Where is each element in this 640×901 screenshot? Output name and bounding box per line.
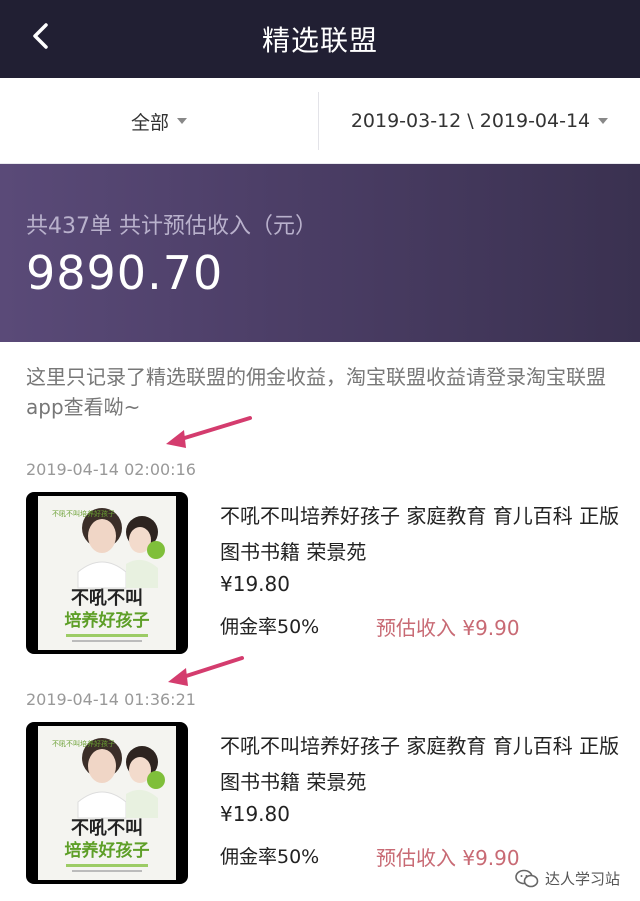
annotation-arrow-icon [168, 656, 244, 686]
app-header: 精选联盟 [0, 0, 640, 78]
category-filter-label: 全部 [130, 111, 169, 134]
order-item[interactable]: 不吼不叫培养好孩子 不吼不叫 培养好孩子 不吼不叫培养好孩子 家庭教育 育儿百科… [0, 722, 640, 892]
commission-rate: 佣金率50% [220, 846, 320, 868]
product-thumbnail: 不吼不叫培养好孩子 不吼不叫 培养好孩子 [26, 722, 188, 884]
earnings-summary-banner: 共437单 共计预估收入（元） 9890.70 [0, 164, 640, 342]
order-item[interactable]: 不吼不叫培养好孩子 不吼不叫 培养好孩子 不吼不叫培养好孩子 家庭教育 育儿百科… [0, 492, 640, 662]
category-filter-dropdown[interactable]: 全部 [0, 78, 318, 164]
watermark: 达人学习站 [515, 868, 620, 889]
wechat-icon [515, 869, 539, 887]
estimated-income: 预估收入 ¥9.90 [376, 616, 520, 640]
page-title: 精选联盟 [261, 24, 378, 57]
commission-rate: 佣金率50% [220, 616, 320, 638]
caret-down-icon [177, 118, 187, 124]
svg-text:不吼不叫培养好孩子: 不吼不叫培养好孩子 [52, 739, 115, 748]
annotation-arrow-icon [166, 416, 252, 448]
product-title: 不吼不叫培养好孩子 家庭教育 育儿百科 正版图书书籍 荣景苑 [220, 504, 620, 564]
commission-note: 这里只记录了精选联盟的佣金收益，淘宝联盟收益请登录淘宝联盟app查看呦~ [26, 365, 606, 419]
page: 精选联盟 全部 2019-03-12 \ 2019-04-14 共437单 共计… [0, 0, 640, 901]
back-button[interactable] [18, 14, 62, 58]
date-range-label: 2019-03-12 \ 2019-04-14 [350, 110, 591, 132]
cover-heading: 不吼不叫 [71, 818, 143, 839]
product-title: 不吼不叫培养好孩子 家庭教育 育儿百科 正版图书书籍 荣景苑 [220, 734, 620, 794]
product-price: ¥19.80 [220, 572, 290, 596]
cover-heading: 不吼不叫 [71, 588, 143, 609]
order-timestamp: 2019-04-14 01:36:21 [26, 690, 196, 709]
cover-subheading: 培养好孩子 [65, 610, 150, 631]
summary-label: 共437单 共计预估收入（元） [26, 214, 317, 239]
watermark-text: 达人学习站 [544, 870, 620, 888]
cover-subheading: 培养好孩子 [65, 840, 150, 861]
caret-down-icon [598, 118, 609, 124]
date-range-dropdown[interactable]: 2019-03-12 \ 2019-04-14 [319, 78, 640, 164]
product-price: ¥19.80 [220, 802, 290, 826]
estimated-income: 预估收入 ¥9.90 [376, 846, 520, 870]
chevron-left-icon [33, 23, 48, 49]
filter-bar: 全部 2019-03-12 \ 2019-04-14 [0, 78, 640, 164]
order-timestamp: 2019-04-14 02:00:16 [26, 460, 196, 479]
product-thumbnail: 不吼不叫培养好孩子 不吼不叫 培养好孩子 [26, 492, 188, 654]
svg-text:不吼不叫培养好孩子: 不吼不叫培养好孩子 [52, 509, 115, 518]
summary-amount: 9890.70 [26, 246, 224, 300]
